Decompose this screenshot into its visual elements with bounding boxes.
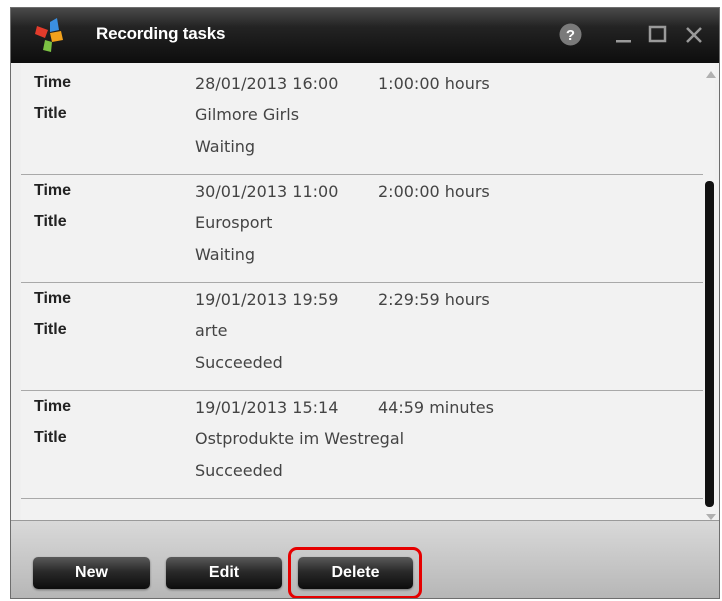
time-label: Time [34,182,72,199]
new-button[interactable]: New [33,557,150,589]
task-datetime: 19/01/2013 19:59 [195,290,339,309]
task-status: Waiting [195,245,256,264]
window-title: Recording tasks [96,24,226,43]
task-status: Waiting [195,137,256,156]
edit-button[interactable]: Edit [166,557,282,589]
title-label: Title [34,321,67,338]
app-logo [35,18,63,52]
task-status: Succeeded [195,353,283,372]
task-title: Gilmore Girls [195,105,300,124]
time-label: Time [34,74,72,91]
maximize-icon[interactable] [647,22,669,47]
task-duration: 2:29:59 hours [378,290,490,309]
task-status: Succeeded [195,461,283,480]
title-label: Title [34,213,67,230]
task-title: Ostprodukte im Westregal [195,429,405,448]
close-icon[interactable] [683,22,705,47]
list-item[interactable]: Time Title 19/01/2013 19:59 2:29:59 hour… [21,283,703,391]
title-bar[interactable]: Recording tasks ? [11,8,719,63]
task-duration: 1:00:00 hours [378,74,490,93]
scroll-up-arrow-icon[interactable] [704,68,718,82]
title-label: Title [34,105,67,122]
task-datetime: 28/01/2013 16:00 [195,74,339,93]
recording-tasks-window: Recording tasks ? Time Title 28/01/2013 … [10,7,720,599]
task-duration: 2:00:00 hours [378,182,490,201]
list-item[interactable]: Time Title 19/01/2013 15:14 44:59 minute… [21,391,703,499]
scrollbar-thumb[interactable] [705,181,714,507]
button-bar: New Edit Delete [11,520,719,598]
task-title: Eurosport [195,213,273,232]
time-label: Time [34,290,72,307]
task-duration: 44:59 minutes [378,398,494,417]
task-list-area: Time Title 28/01/2013 16:00 1:00:00 hour… [21,63,718,521]
title-label: Title [34,429,67,446]
time-label: Time [34,398,72,415]
svg-text:?: ? [566,27,575,44]
task-datetime: 19/01/2013 15:14 [195,398,339,417]
minimize-icon[interactable] [614,22,634,47]
task-list[interactable]: Time Title 28/01/2013 16:00 1:00:00 hour… [21,63,703,525]
list-item[interactable]: Time Title 28/01/2013 16:00 1:00:00 hour… [21,67,703,175]
task-datetime: 30/01/2013 11:00 [195,182,339,201]
help-icon[interactable]: ? [558,22,583,47]
delete-button[interactable]: Delete [298,557,413,589]
vertical-scrollbar[interactable] [704,63,718,521]
task-title: arte [195,321,228,340]
list-item[interactable]: Time Title 30/01/2013 11:00 2:00:00 hour… [21,175,703,283]
